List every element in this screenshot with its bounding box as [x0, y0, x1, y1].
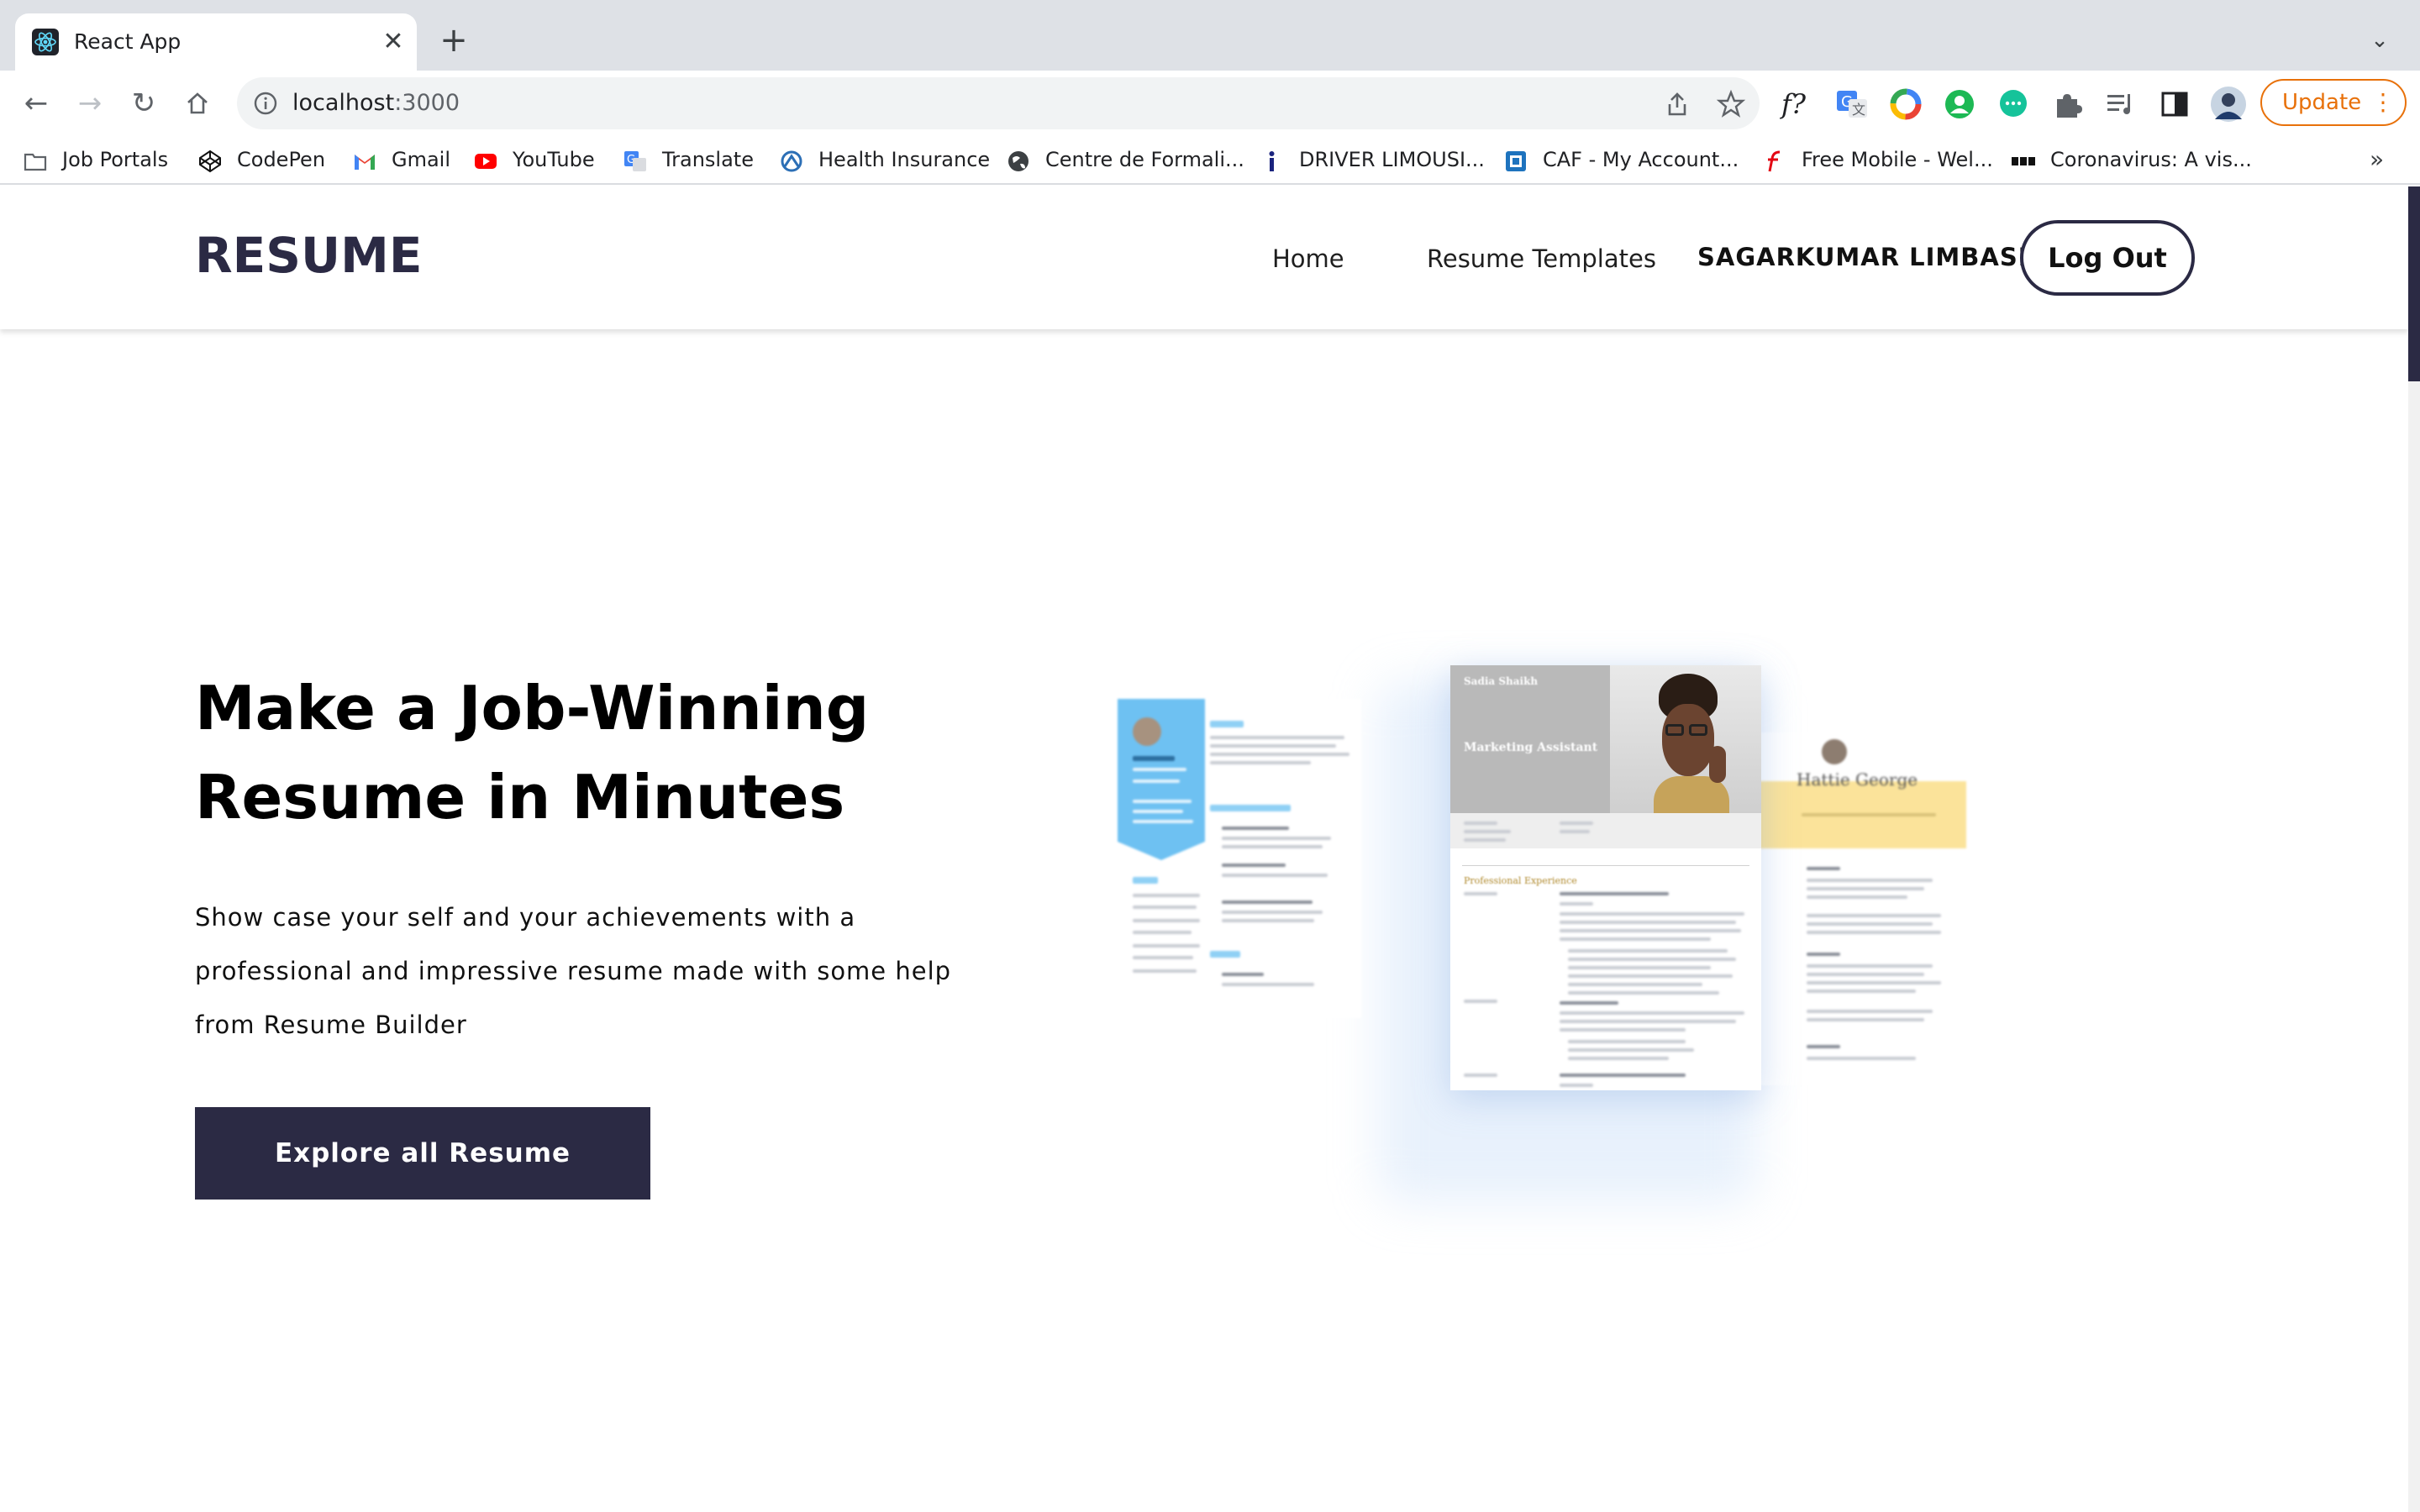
account-extension-icon[interactable]: [1943, 87, 1976, 121]
site-info-icon[interactable]: [252, 90, 279, 117]
nav-resume-templates-link[interactable]: Resume Templates: [1427, 242, 1656, 276]
explore-templates-button[interactable]: Explore all Resume templates: [195, 1107, 650, 1261]
gmail-icon: [355, 155, 375, 170]
more-bookmarks-chevron-icon[interactable]: »: [2370, 144, 2384, 175]
profile-avatar-icon[interactable]: [2210, 86, 2247, 123]
home-icon[interactable]: [176, 82, 218, 124]
caf-icon: [1506, 151, 1526, 171]
media-queue-icon[interactable]: [2104, 87, 2138, 121]
tab-title: React App: [74, 29, 182, 54]
youtube-icon: [475, 154, 497, 169]
back-arrow-icon[interactable]: ←: [15, 82, 57, 124]
browser-toolbar: ← → ↻ localhost:3000 f? G 文 Update ⋮: [0, 71, 2420, 136]
color-wheel-extension-icon[interactable]: [1889, 87, 1923, 121]
resume-preview-left: [1118, 699, 1361, 1018]
info-icon: [1269, 151, 1275, 171]
portrait-photo: [1610, 665, 1761, 813]
formula-extension-icon[interactable]: f?: [1781, 87, 1815, 121]
hero-title: Make a Job-Winning Resume in Minutes: [195, 673, 870, 832]
extensions-puzzle-icon[interactable]: [2050, 87, 2084, 121]
folder-icon: [24, 153, 47, 171]
share-icon[interactable]: [1662, 89, 1692, 119]
forward-arrow-icon[interactable]: →: [69, 82, 111, 124]
resume-preview-right: Hattie George: [1748, 732, 1966, 1085]
free-icon: [1768, 150, 1781, 172]
globe-icon: [1008, 151, 1028, 171]
translate-icon: G: [624, 151, 646, 171]
update-chrome-button[interactable]: Update ⋮: [2260, 79, 2407, 126]
codepen-icon: [199, 150, 221, 173]
close-tab-icon[interactable]: ✕: [378, 27, 408, 57]
new-tab-icon[interactable]: +: [437, 24, 471, 57]
hero-description: Show case your self and your achievement…: [195, 903, 952, 1039]
site-logo[interactable]: RESUME: [195, 227, 423, 284]
resume-previews-illustration: Hattie George Sadia Shaikh Marketing Ass…: [1109, 665, 1966, 1354]
nav-home-link[interactable]: Home: [1272, 242, 1344, 276]
user-name: SAGARKUMAR LIMBASIYA: [1697, 243, 2065, 271]
site-header: RESUME Home Resume Templates SAGARKUMAR …: [0, 186, 2408, 329]
side-panel-icon[interactable]: [2158, 87, 2191, 121]
svg-text:文: 文: [1852, 102, 1865, 118]
react-favicon-icon: [32, 29, 59, 55]
resume-preview-center: Sadia Shaikh Marketing Assistant Profess…: [1450, 665, 1761, 1090]
bookmarks-bar: Job Portals CodePen Gmail YouTube G Tran…: [0, 136, 2420, 185]
scrollbar-thumb[interactable]: [2408, 186, 2420, 381]
bbc-icon: [2012, 157, 2035, 165]
tab-strip: React App ✕ + ⌄: [0, 0, 2420, 71]
more-menu-icon: ⋮: [2371, 88, 2395, 116]
browser-tab[interactable]: React App ✕: [15, 13, 417, 71]
page-scrollbar[interactable]: [2408, 186, 2420, 1512]
bookmark-star-icon[interactable]: [1716, 89, 1746, 119]
url-text: localhost:3000: [292, 90, 460, 116]
tab-search-chevron-icon[interactable]: ⌄: [2363, 24, 2396, 57]
chat-extension-icon[interactable]: [1996, 87, 2030, 121]
reload-icon[interactable]: ↻: [123, 82, 165, 124]
address-bar[interactable]: localhost:3000: [237, 77, 1760, 129]
google-translate-extension-icon[interactable]: G 文: [1835, 87, 1869, 121]
health-insurance-icon: [781, 150, 802, 172]
logout-button[interactable]: Log Out: [2020, 220, 2195, 296]
page-viewport: RESUME Home Resume Templates SAGARKUMAR …: [0, 186, 2420, 1512]
